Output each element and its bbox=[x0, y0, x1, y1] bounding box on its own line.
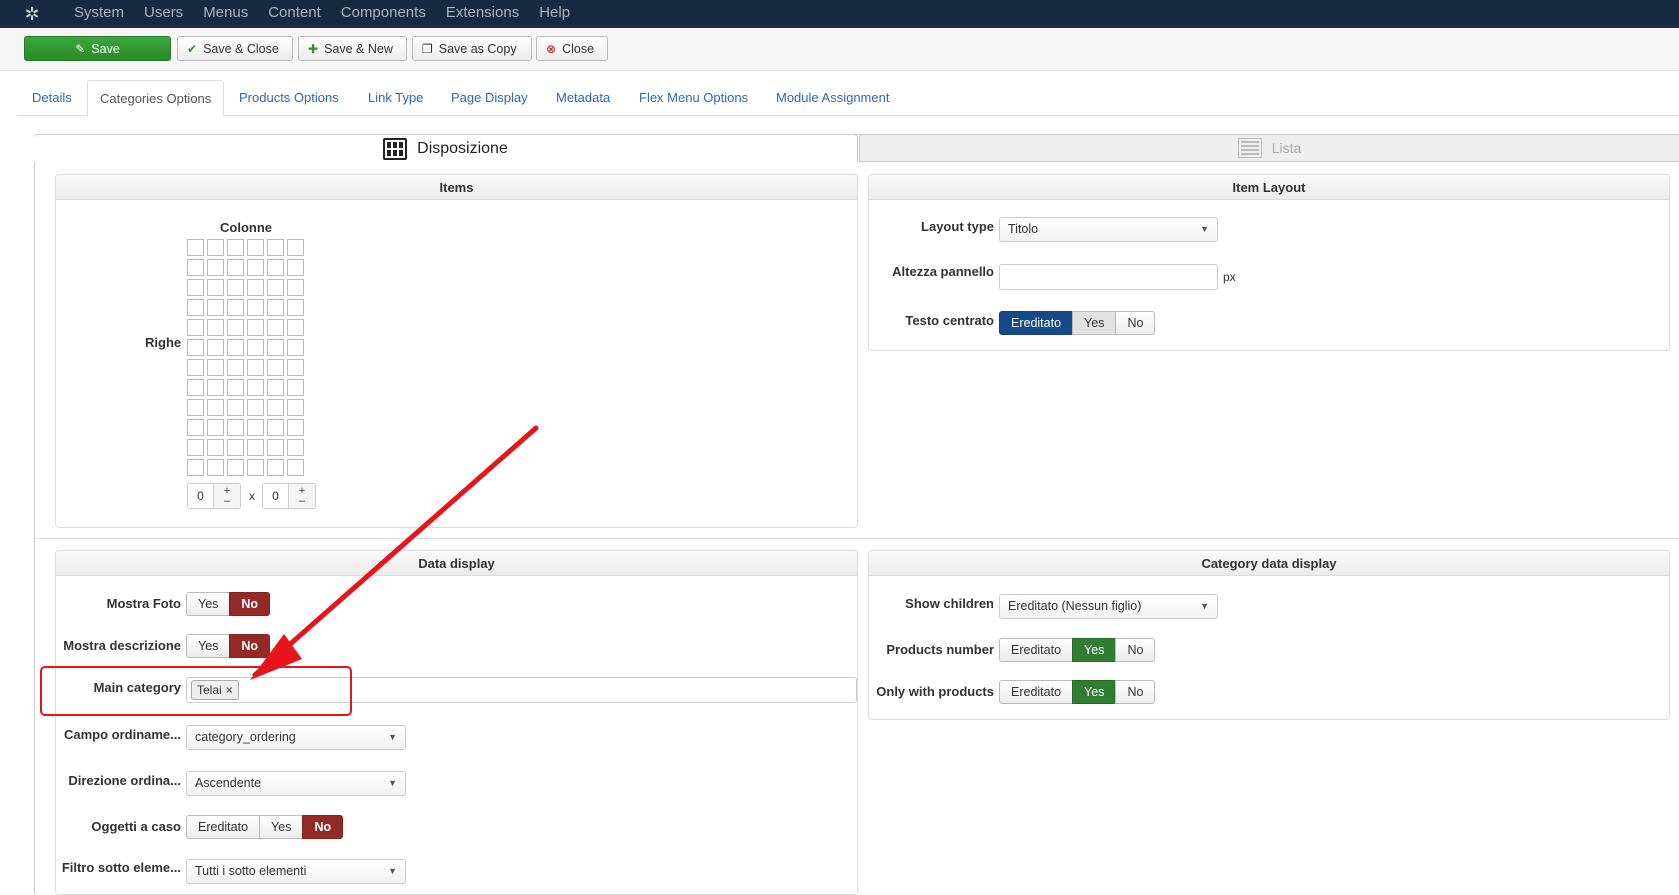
annotation-arrow bbox=[250, 425, 539, 680]
